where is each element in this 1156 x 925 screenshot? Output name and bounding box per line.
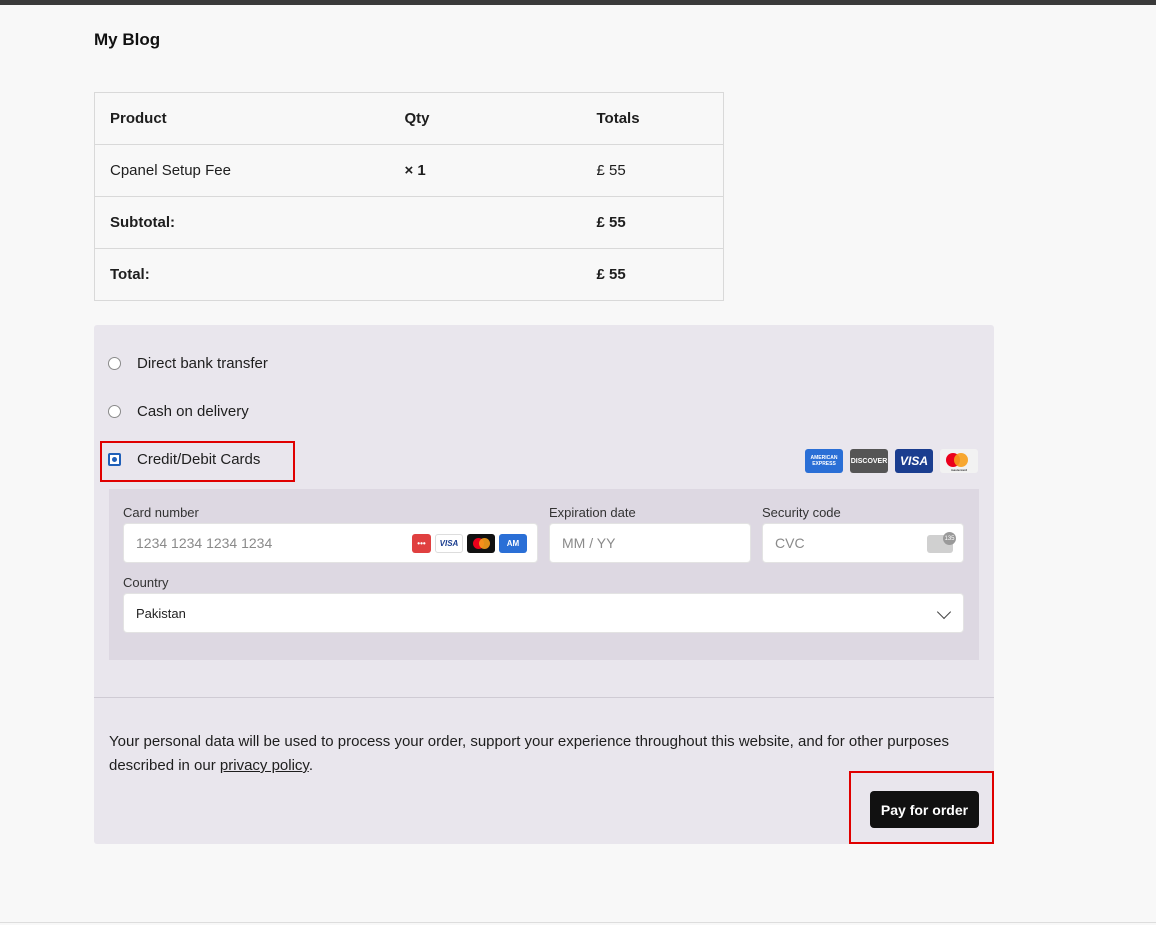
expiry-input[interactable]: MM / YY [549, 523, 751, 563]
product-name: Cpanel Setup Fee [94, 144, 390, 197]
top-bar [0, 0, 1156, 5]
visa-icon: VISA [895, 449, 933, 473]
highlight-box [849, 771, 994, 844]
mastercard-icon [467, 534, 495, 553]
country-label: Country [123, 575, 169, 590]
chevron-down-icon [936, 604, 952, 620]
radio-cash-on-delivery[interactable] [108, 405, 121, 418]
highlight-box [100, 441, 295, 482]
product-total: £ 55 [581, 144, 724, 197]
order-table: Product Qty Totals Cpanel Setup Fee × 1 … [94, 92, 724, 301]
bottom-divider [0, 922, 1156, 923]
amex-icon: AMERICAN EXPRESS [805, 449, 843, 473]
visa-icon: VISA [435, 534, 463, 553]
subtotal-label: Subtotal: [94, 196, 390, 249]
payment-method-label: Direct bank transfer [137, 355, 268, 372]
subtotal-value: £ 55 [581, 196, 724, 249]
generic-card-icon: ••• [412, 534, 431, 553]
card-brand-icons: ••• VISA AM [412, 534, 527, 553]
security-code-input[interactable]: CVC 135 [762, 523, 964, 563]
product-qty: × 1 [389, 144, 582, 197]
country-select[interactable]: Pakistan [123, 593, 964, 633]
total-row: Total: £ 55 [94, 248, 724, 301]
payment-method-cash-on-delivery[interactable]: Cash on delivery [108, 403, 249, 420]
card-form: Card number 1234 1234 1234 1234 ••• VISA… [109, 489, 979, 660]
table-header-row: Product Qty Totals [95, 93, 724, 145]
header-product: Product [110, 110, 167, 127]
header-totals: Totals [596, 110, 640, 127]
payment-section: Direct bank transfer Cash on delivery Cr… [94, 325, 994, 844]
site-title[interactable]: My Blog [94, 30, 160, 50]
mastercard-icon: mastercard [940, 449, 978, 473]
total-value: £ 55 [581, 248, 724, 301]
accepted-cards: AMERICAN EXPRESS DISCOVER VISA mastercar… [805, 449, 978, 473]
table-row: Cpanel Setup Fee × 1 £ 55 [94, 144, 724, 197]
subtotal-row: Subtotal: £ 55 [94, 196, 724, 249]
header-qty: Qty [404, 110, 430, 127]
discover-icon: DISCOVER [850, 449, 888, 473]
amex-icon: AM [499, 534, 527, 553]
security-code-label: Security code [762, 505, 841, 520]
payment-method-bank-transfer[interactable]: Direct bank transfer [108, 355, 268, 372]
payment-method-label: Cash on delivery [137, 403, 249, 420]
radio-bank-transfer[interactable] [108, 357, 121, 370]
divider [94, 697, 994, 698]
privacy-policy-link[interactable]: privacy policy [220, 757, 309, 774]
cvc-icon: 135 [927, 532, 956, 553]
card-number-label: Card number [123, 505, 199, 520]
expiry-label: Expiration date [549, 505, 636, 520]
card-number-input[interactable]: 1234 1234 1234 1234 ••• VISA AM [123, 523, 538, 563]
total-label: Total: [94, 248, 390, 301]
